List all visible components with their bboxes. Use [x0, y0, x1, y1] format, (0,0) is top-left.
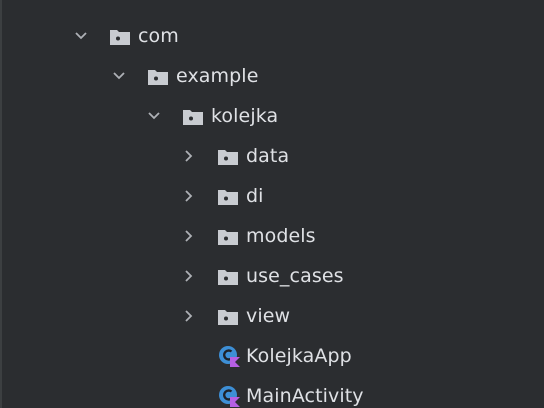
tree-node-label: kolejka [211, 105, 279, 127]
package-folder-icon [218, 188, 238, 205]
tree-node-view[interactable]: view [182, 296, 290, 336]
tree-node-label: use_cases [246, 265, 344, 287]
tree-node-di[interactable]: di [182, 176, 264, 216]
package-folder-icon [110, 28, 130, 45]
tree-node-label: example [176, 65, 259, 87]
tree-node-data[interactable]: data [182, 136, 289, 176]
package-folder-icon [218, 228, 238, 245]
tree-node-label: data [246, 145, 290, 167]
tree-node-label: di [246, 185, 264, 207]
tree-node-example[interactable]: example [112, 56, 258, 96]
chevron-right-icon[interactable] [182, 149, 196, 163]
kotlin-class-icon [218, 345, 240, 367]
package-folder-icon [218, 308, 238, 325]
chevron-right-icon[interactable] [182, 309, 196, 323]
tree-node-label: models [246, 225, 316, 247]
tree-node-kolejka[interactable]: kolejka [147, 96, 278, 136]
chevron-right-icon[interactable] [182, 229, 196, 243]
tree-node-models[interactable]: models [182, 216, 316, 256]
chevron-right-icon[interactable] [182, 269, 196, 283]
chevron-right-icon[interactable] [182, 189, 196, 203]
package-folder-icon [218, 268, 238, 285]
kotlin-class-icon [218, 385, 240, 407]
tree-node-com[interactable]: com [74, 16, 179, 56]
tree-node-kolejkaapp[interactable]: KolejkaApp [218, 336, 352, 376]
package-folder-icon [218, 148, 238, 165]
tree-node-use-cases[interactable]: use_cases [182, 256, 344, 296]
project-tree-panel: com example kolejka data di models use_c… [0, 0, 544, 408]
tree-node-mainactivity[interactable]: MainActivity [218, 376, 364, 408]
package-folder-icon [148, 68, 168, 85]
chevron-down-icon[interactable] [112, 69, 126, 83]
tree-node-label: com [138, 25, 179, 47]
tree-node-label: MainActivity [246, 385, 364, 407]
chevron-down-icon[interactable] [147, 109, 161, 123]
tree-node-label: view [246, 305, 291, 327]
tree-node-label: KolejkaApp [246, 345, 352, 367]
package-folder-icon [183, 108, 203, 125]
chevron-down-icon[interactable] [74, 29, 88, 43]
